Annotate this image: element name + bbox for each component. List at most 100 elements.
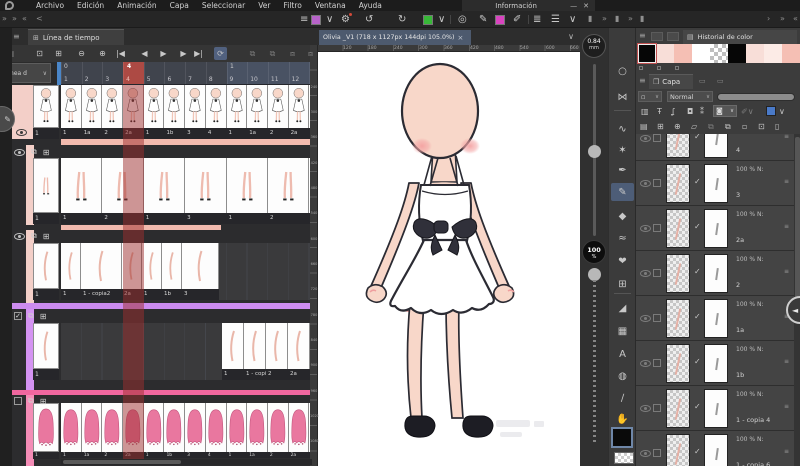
layer-color-mark[interactable] [766,106,776,116]
color-swatch[interactable] [764,44,782,63]
drawing-canvas[interactable] [318,52,580,466]
layer-name[interactable]: 2a [736,236,744,244]
menu-item[interactable]: Archivo [36,1,64,10]
next-frame-icon[interactable]: ▶ [177,47,190,60]
track4-frames[interactable]: 11 - copi22a1 [61,323,312,380]
frame-border-tool[interactable]: ⊞ [609,275,636,293]
layer-options-icon[interactable]: ≡ [784,403,789,410]
new-layer-icon[interactable]: ▤ [640,122,648,131]
timeline-cel[interactable]: 1 [227,85,248,139]
timeline-cel[interactable]: 2 [266,323,288,380]
line-tool[interactable]: ∕ [609,389,636,407]
timeline-cel[interactable]: 2 [102,85,123,139]
ruler-frame-cell[interactable]: 10 [247,62,268,85]
ruler-toggle-icon[interactable]: ✐∨ [741,107,754,116]
timeline-cel[interactable]: 1b [162,243,182,300]
clipping-dropdown[interactable]: ◙∨ [713,105,737,117]
panel-expand-icon[interactable]: › [767,14,770,23]
timeline-cel[interactable]: 2 [268,85,289,139]
timeline-cel[interactable]: 2a [289,85,310,139]
layer-visibility-eye-icon[interactable] [640,270,651,277]
ruler-frame-cell[interactable]: 8 [206,62,227,85]
layer-visibility-eye-icon[interactable] [640,225,651,232]
menu-item[interactable]: Ventana [315,1,346,10]
layer-checkbox[interactable] [653,359,661,367]
tab-olivia-v1[interactable]: Olivia _V1 (718 x 1127px 144dpi 105.0%) … [319,30,471,45]
new-layer-icon[interactable]: ⊞ [657,122,664,131]
color-swatch[interactable] [728,44,746,63]
layer-lock-icon[interactable]: ⁑ [700,107,704,116]
paint-color-swatch[interactable] [495,13,505,26]
timeline-cel[interactable]: 1 - copia2 [81,243,122,300]
selection-color-swatch[interactable] [423,13,433,26]
track2-layer-icon[interactable]: ⧉ [31,147,37,157]
menu-item[interactable]: Animación [117,1,156,10]
timeline-frame-ruler[interactable]: 0 1 4 12345678910111213 [61,62,312,85]
prev-frame-icon[interactable]: ◀ [138,47,151,60]
keyframe-bar-purple[interactable] [12,303,310,309]
tab-linea-de-tiempo[interactable]: ⊞ Línea de tiempo [28,29,124,45]
layer-checkbox[interactable] [653,449,661,457]
layer-visibility-eye-icon[interactable] [640,315,651,322]
track3-layer-icon[interactable]: ⧉ [31,231,37,241]
timeline-cel[interactable]: 3 [185,158,226,224]
brush-size-knob[interactable] [588,145,601,158]
track1-visibility-eye-icon[interactable] [16,129,27,136]
layer-name[interactable]: 1a [736,326,744,334]
gradient-tool[interactable]: ▦ [609,322,636,340]
layer-options-icon[interactable]: ≡ [784,178,789,185]
new-layer-icon[interactable]: ▫ [742,122,747,131]
panel-expand-icon[interactable]: ▮ [615,14,619,23]
tab-capa[interactable]: ❒ Capa [649,74,693,89]
panel-expand-icon[interactable]: ▮ [588,14,592,23]
onion-color-icon[interactable]: ⧈ [286,47,299,60]
loop-icon[interactable]: ⟳ [214,47,227,60]
menu-item[interactable]: Capa [170,1,189,10]
timeline-start-marker[interactable] [57,62,61,85]
layer-row[interactable]: ✓ 100 % N: 3 ≡ [636,161,794,206]
track3-add-icon[interactable]: ⊞ [43,232,50,241]
timeline-cel[interactable]: 1 [61,243,81,300]
layer-row[interactable]: ✓ 100 % N: 2 ≡ [636,251,794,296]
track5-layer-icon[interactable]: ⧉ [28,396,34,406]
timeline-cel[interactable]: 1a [247,403,268,458]
layer-row[interactable]: ✓ 100 % N: 4 ≡ [636,134,794,161]
layer-lock-icon[interactable]: ʆ [672,107,675,116]
ruler-frame-cell[interactable]: 12 [289,62,310,85]
layer-row[interactable]: ✓ 100 % N: 1 - copia 6 ≡ [636,431,794,466]
track3-visibility-eye-icon[interactable] [14,233,25,240]
layer-visibility-eye-icon[interactable] [640,360,651,367]
decoration-tool[interactable]: ❤ [609,252,636,270]
track4-checkbox[interactable]: ✓ [14,312,22,320]
panel-expand-icon[interactable]: ▮ [640,14,644,23]
main-color-swatch[interactable] [611,427,633,448]
track5-add-icon[interactable]: ⊞ [40,397,47,406]
track2-visibility-eye-icon[interactable] [14,149,25,156]
layer-name[interactable]: 4 [736,146,740,154]
menu-item[interactable]: Seleccionar [202,1,245,10]
brush-color-swatch[interactable] [311,13,321,26]
timeline-cel[interactable]: 1 [61,85,82,139]
color-swatch[interactable] [746,44,764,63]
color-swatch[interactable] [674,44,692,63]
playhead-column[interactable] [123,85,144,459]
zoom-display-icon[interactable]: ◎ [458,13,467,26]
layer-options-icon[interactable]: ≡ [784,134,789,140]
selection-color-dropdown[interactable]: ∨ [438,13,445,26]
color-swatch[interactable] [638,44,656,63]
timeline-cel[interactable]: 1 [222,323,244,380]
new-timeline-icon[interactable]: ⊡ [33,47,46,60]
timeline-cel[interactable]: 1 [144,158,185,224]
ruler-frame-cell[interactable]: 6 [164,62,185,85]
track2-add-icon[interactable]: ⊞ [43,148,50,157]
timeline-cel[interactable]: 1a [82,85,103,139]
scrollbar-thumb[interactable] [795,137,800,315]
layer-lock-icon[interactable]: ◘ [687,107,693,116]
panel-expand-icon[interactable]: » [602,14,607,23]
new-layer-icon[interactable]: ▱ [691,122,697,131]
lasso-tool[interactable]: ∿ [609,120,636,138]
timeline-cel[interactable]: 4 [206,403,227,458]
dock-arrow-icon[interactable]: » [12,14,17,23]
layer-visibility-eye-icon[interactable] [640,180,651,187]
layer-row[interactable]: ✓ 100 % N: 1 - copia 4 ≡ [636,386,794,431]
